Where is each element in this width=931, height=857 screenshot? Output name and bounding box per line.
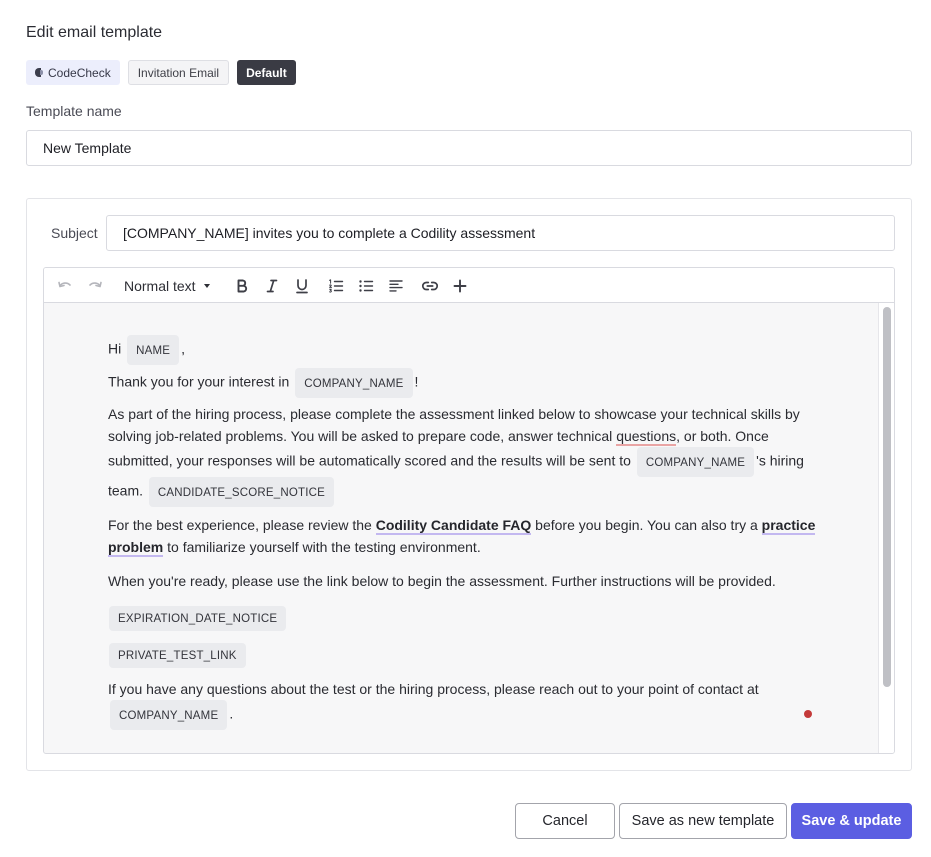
codecheck-icon [35,68,43,77]
editor-toolbar: Normal text [44,268,894,303]
editor-scrollbar-thumb[interactable] [883,307,891,687]
spellcheck-word[interactable]: questions [616,427,677,446]
faq-text-c: to familiarize yourself with the testing… [163,538,481,555]
save-and-update-button[interactable]: Save & update [791,803,912,839]
underline-icon[interactable] [293,277,311,295]
faq-paragraph: For the best experience, please review t… [108,515,818,558]
thanks-paragraph: Thank you for your interest in COMPANY_N… [108,368,818,398]
product-tag: CodeCheck [26,60,120,85]
text-style-label: Normal text [124,278,196,294]
status-dot [804,710,812,718]
email-body[interactable]: Hi NAME, Thank you for your interest in … [108,303,818,730]
faq-link[interactable]: Codility Candidate FAQ [375,517,532,535]
process-paragraph: As part of the hiring process, please co… [108,404,818,507]
numbered-list-icon[interactable] [327,277,345,295]
greeting-paragraph: Hi NAME, [108,335,818,365]
subject-input[interactable]: [COMPANY_NAME] invites you to complete a… [106,215,895,251]
product-tag-label: CodeCheck [48,65,111,80]
ready-paragraph: When you're ready, please use the link b… [108,573,776,589]
link-paragraph: PRIVATE_TEST_LINK [108,642,818,668]
template-tags: CodeCheck Invitation Email Default [26,60,296,85]
variable-chip[interactable]: COMPANY_NAME [295,368,413,398]
template-name-label: Template name [26,103,122,119]
greeting-comma: , [181,340,186,357]
variable-chip[interactable]: COMPANY_NAME [110,700,228,730]
bullet-list-icon[interactable] [357,277,375,295]
type-tag: Invitation Email [127,60,230,85]
italic-icon[interactable] [263,277,281,295]
contact-paragraph: If you have any questions about the test… [108,679,818,730]
text-style-select[interactable]: Normal text [124,277,210,295]
bold-icon[interactable] [233,277,251,295]
contact-text: If you have any questions about the test… [108,680,759,697]
subject-label: Subject [51,225,98,241]
rich-text-editor[interactable]: Normal text Hi NAME, Thank you for your … [43,267,895,754]
variable-chip[interactable]: COMPANY_NAME [636,447,755,477]
faq-text-b: before you begin. You can also try a [531,517,762,533]
default-badge: Default [237,60,296,85]
align-left-icon[interactable] [387,277,405,295]
chevron-down-icon [203,284,210,288]
undo-icon[interactable] [56,277,74,295]
plus-icon[interactable] [451,277,469,295]
expiration-paragraph: EXPIRATION_DATE_NOTICE [108,605,818,631]
cancel-button[interactable]: Cancel [515,803,615,839]
variable-chip[interactable]: CANDIDATE_SCORE_NOTICE [148,477,335,507]
greeting-text: Hi [108,340,122,357]
page-title: Edit email template [26,24,163,41]
save-as-new-template-button[interactable]: Save as new template [619,803,787,839]
variable-chip[interactable]: NAME [127,335,180,365]
variable-chip[interactable]: PRIVATE_TEST_LINK [109,642,246,668]
thanks-exclaim: ! [414,373,419,390]
variable-chip[interactable]: EXPIRATION_DATE_NOTICE [109,605,287,631]
template-name-input[interactable]: New Template [26,130,912,166]
contact-period: . [229,705,234,722]
redo-icon[interactable] [86,277,104,295]
faq-text-a: For the best experience, please review t… [108,517,376,533]
link-icon[interactable] [421,277,439,295]
thanks-text: Thank you for your interest in [108,373,290,390]
